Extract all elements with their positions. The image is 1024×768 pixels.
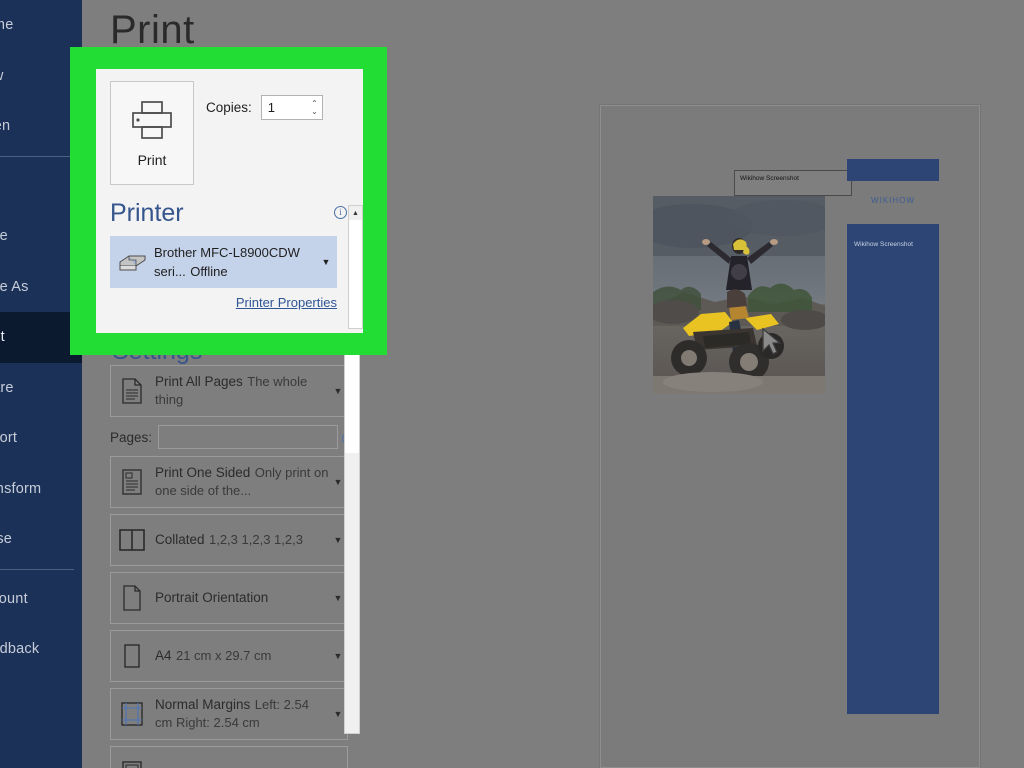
highlight-callout-box: Print Copies: 1 ⌃ ⌄ Printer i Brother MF…	[70, 47, 387, 355]
paper-size-icon	[111, 631, 153, 681]
setting-margins[interactable]: Normal Margins Left: 2.54 cm Right: 2.54…	[110, 688, 348, 740]
print-button-label: Print	[137, 151, 167, 168]
sidebar-item-home[interactable]: Home	[0, 0, 82, 51]
sidebar-item-label: Print	[0, 329, 5, 346]
chevron-down-icon[interactable]: ▼	[315, 257, 337, 267]
print-panel: Print Copies: 1 ⌃ ⌄ Printer i Brother MF…	[96, 69, 363, 333]
scaling-icon	[111, 747, 153, 768]
setting-title: Print All Pages	[155, 374, 243, 389]
one-sided-icon	[111, 457, 153, 507]
document-photo	[653, 196, 825, 394]
copies-stepper[interactable]: 1 ⌃ ⌄	[260, 95, 323, 120]
printer-info-icon[interactable]: i	[334, 202, 347, 220]
sidebar-item-account[interactable]: Account	[0, 574, 82, 625]
printer-status: Offline	[190, 264, 228, 279]
sidebar-item-label: Home	[0, 17, 14, 34]
printer-icon	[129, 99, 175, 146]
sidebar-item-label: Share	[0, 379, 14, 396]
sidebar-item-label: Account	[0, 590, 28, 607]
sidebar-item-label: Close	[0, 531, 13, 548]
copies-spin-buttons[interactable]: ⌃ ⌄	[311, 96, 318, 119]
setting-title: Print One Sided	[155, 465, 251, 480]
pages-label: Pages:	[110, 429, 153, 445]
setting-subtitle: 1,2,3 1,2,3 1,2,3	[208, 532, 303, 547]
sidebar-item-label: Feedback	[0, 641, 40, 658]
sidebar-item-export[interactable]: Export	[0, 413, 82, 464]
sidebar-item-close[interactable]: Close	[0, 514, 82, 565]
setting-title: Normal Margins	[155, 697, 251, 712]
spin-down-icon[interactable]: ⌄	[311, 107, 318, 116]
printer-select[interactable]: Brother MFC-L8900CDW seri... Offline ▼	[110, 236, 337, 288]
document-panel-caption: Wikihow Screenshot	[854, 241, 913, 248]
collate-icon	[111, 515, 153, 565]
sidebar-item-label: Save	[0, 228, 8, 245]
nav-separator	[0, 155, 74, 157]
pages-row: Pages: i	[110, 425, 358, 449]
setting-orientation[interactable]: Portrait Orientation ▼	[110, 572, 348, 624]
sidebar-item-label: New	[0, 68, 4, 84]
sidebar-item-label: Transform	[0, 480, 42, 497]
copies-row: Copies: 1 ⌃ ⌄	[206, 95, 323, 120]
setting-title: A4	[155, 648, 172, 663]
document-pages-icon	[111, 366, 153, 416]
sidebar-item-transform[interactable]: Transform	[0, 464, 82, 515]
document-blue-header-bar	[847, 159, 939, 181]
setting-duplex[interactable]: Print One Sided Only print on one side o…	[110, 456, 348, 508]
sidebar-item-label: Export	[0, 430, 18, 447]
setting-subtitle: 21 cm x 29.7 cm	[175, 648, 272, 663]
document-blue-panel: Wikihow Screenshot	[847, 224, 939, 714]
setting-title: Portrait Orientation	[155, 590, 269, 605]
pages-input[interactable]	[158, 425, 338, 449]
setting-scaling[interactable]: ▼	[110, 746, 348, 768]
copies-value[interactable]: 1	[262, 100, 275, 115]
setting-collation[interactable]: Collated 1,2,3 1,2,3 1,2,3 ▼	[110, 514, 348, 566]
document-textbox: Wikihow Screenshot	[734, 170, 852, 196]
sidebar-item-label: Open	[0, 118, 11, 135]
mouse-cursor-icon	[760, 327, 782, 362]
sidebar-item-label: Save As	[0, 278, 29, 295]
printer-properties-link[interactable]: Printer Properties	[110, 295, 337, 310]
copies-label: Copies:	[206, 100, 252, 115]
setting-paper-size[interactable]: A4 21 cm x 29.7 cm ▼	[110, 630, 348, 682]
nav-separator	[0, 568, 74, 570]
printer-heading: Printer	[110, 199, 184, 227]
print-panel-scrollbar[interactable]: ▲	[348, 205, 363, 329]
print-button[interactable]: Print	[110, 81, 194, 185]
print-backstage-screen: HomeNewOpenInfoSaveSave AsPrintShareExpo…	[0, 0, 1024, 768]
sidebar-item-feedback[interactable]: Feedback	[0, 624, 82, 675]
setting-print-range[interactable]: Print All Pages The whole thing ▼	[110, 365, 348, 417]
document-heading: WIKIHOW	[871, 196, 915, 205]
margins-icon	[111, 689, 153, 739]
sidebar-item-share[interactable]: Share	[0, 363, 82, 414]
setting-title: Collated	[155, 532, 205, 547]
document-page: Wikihow Screenshot WIKIHOW Wikihow Scree…	[600, 105, 980, 768]
printer-device-icon	[110, 249, 154, 275]
portrait-icon	[111, 573, 153, 623]
print-preview-pane: Wikihow Screenshot WIKIHOW Wikihow Scree…	[368, 0, 1024, 768]
scroll-up-arrow-icon[interactable]: ▲	[349, 206, 362, 220]
